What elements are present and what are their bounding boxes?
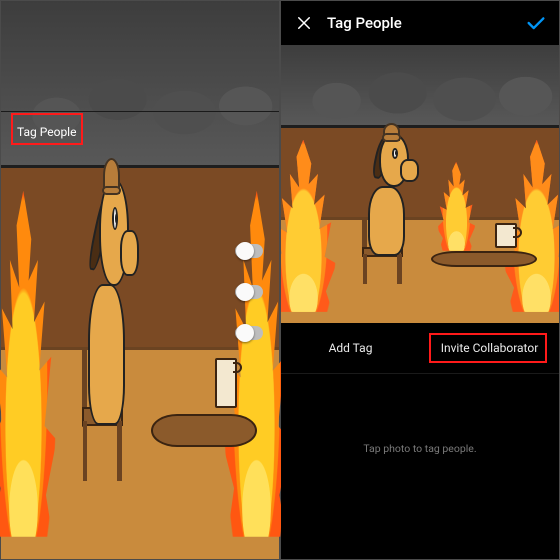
add-tag-button[interactable]: Add Tag (281, 341, 420, 355)
page-title: Tag People (327, 14, 402, 32)
row-label: Tag People (17, 125, 76, 139)
invite-collaborator-button[interactable]: Invite Collaborator (420, 341, 559, 355)
toggle-facebook[interactable] (235, 244, 263, 258)
tag-actions: Add Tag Invite Collaborator (281, 323, 559, 374)
post-thumbnail[interactable] (227, 55, 265, 93)
photo-preview[interactable] (281, 45, 559, 323)
toggle-tumblr[interactable] (235, 326, 263, 340)
screen-tag-people: Tag People Add Tag Invite Coll (281, 1, 559, 559)
tap-photo-hint: Tap photo to tag people. (281, 442, 559, 455)
row-tag-people[interactable]: Tag People (1, 111, 279, 152)
close-icon[interactable] (293, 12, 315, 34)
toggle-twitter[interactable] (235, 285, 263, 299)
header: Tag People (281, 1, 559, 45)
caption-row: This is fine. (1, 45, 279, 111)
confirm-check-icon[interactable] (525, 12, 547, 34)
screen-new-post: New Post This is fine. (1, 1, 279, 559)
